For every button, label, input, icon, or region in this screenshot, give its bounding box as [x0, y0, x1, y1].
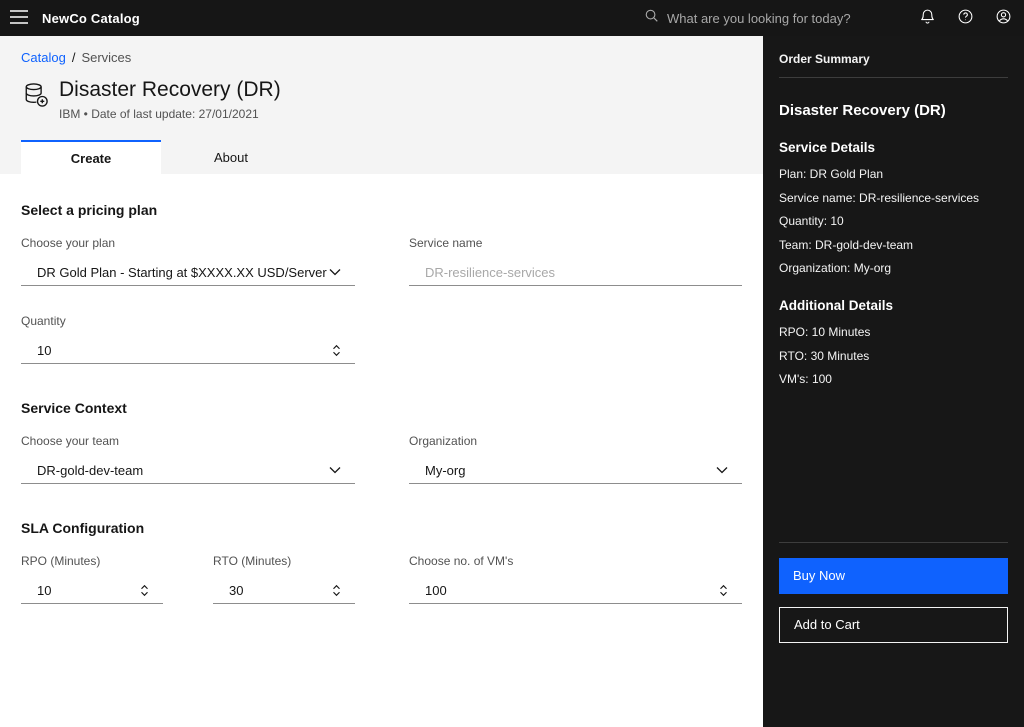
additional-details-heading: Additional Details: [779, 297, 894, 313]
user-account-button[interactable]: [984, 0, 1022, 36]
quantity-stepper[interactable]: [332, 344, 341, 357]
plan-dropdown[interactable]: DR Gold Plan - Starting at $XXXX.XX USD/…: [21, 259, 355, 287]
actions-divider: [779, 541, 1008, 543]
vm-count-input[interactable]: [425, 582, 719, 598]
quantity-input[interactable]: [37, 342, 332, 358]
help-button[interactable]: [946, 0, 984, 36]
rto-input[interactable]: [229, 582, 332, 598]
summary-detail-organization: Organization: My-org: [779, 261, 892, 276]
chevron-down-icon: [329, 268, 341, 276]
create-form: Select a pricing plan Choose your plan D…: [0, 174, 763, 727]
service-details-heading: Service Details: [779, 140, 876, 155]
organization-dropdown[interactable]: My-org: [409, 457, 742, 485]
breadcrumb: Catalog / Services: [0, 50, 763, 65]
quantity-label: Quantity: [21, 314, 66, 329]
order-summary-heading: Order Summary: [779, 52, 870, 66]
buy-now-button[interactable]: Buy Now: [779, 557, 1008, 594]
quantity-field-wrap: [21, 337, 355, 365]
rpo-stepper[interactable]: [140, 584, 149, 597]
summary-detail-service-name: Service name: DR-resilience-services: [779, 190, 980, 205]
tab-about[interactable]: About: [161, 140, 301, 174]
app-title: NewCo Catalog: [42, 10, 140, 26]
service-name-field-wrap: [409, 259, 742, 287]
notifications-button[interactable]: [908, 0, 946, 36]
summary-divider: [779, 77, 1008, 78]
hamburger-menu-button[interactable]: [0, 0, 38, 36]
hamburger-icon: [10, 9, 28, 27]
plan-dropdown-value: DR Gold Plan - Starting at $XXXX.XX USD/…: [37, 264, 327, 280]
vm-count-field-wrap: [409, 577, 742, 605]
rpo-input[interactable]: [37, 582, 140, 598]
page-title: Disaster Recovery (DR): [59, 78, 281, 101]
summary-detail-rto: RTO: 30 Minutes: [779, 348, 870, 363]
plan-label: Choose your plan: [21, 236, 116, 251]
database-icon: [21, 80, 50, 114]
chevron-down-icon: [329, 466, 341, 474]
help-icon: [957, 8, 974, 28]
rto-label: RTO (Minutes): [213, 554, 292, 569]
context-section-heading: Service Context: [21, 400, 127, 417]
main-content: Catalog / Services Disaster Recovery (DR) …: [0, 36, 763, 727]
top-bar: NewCo Catalog: [0, 0, 1024, 36]
rto-field-wrap: [213, 577, 355, 605]
summary-detail-rpo: RPO: 10 Minutes: [779, 324, 871, 339]
pricing-section-heading: Select a pricing plan: [21, 202, 158, 219]
team-dropdown[interactable]: DR-gold-dev-team: [21, 457, 355, 485]
summary-detail-quantity: Quantity: 10: [779, 214, 844, 229]
summary-detail-vms: VM's: 100: [779, 372, 832, 387]
search-icon: [644, 8, 659, 28]
tab-bar: Create About: [0, 140, 763, 175]
vm-count-stepper[interactable]: [719, 584, 728, 597]
service-name-label: Service name: [409, 236, 483, 251]
chevron-down-icon: [716, 466, 728, 474]
team-dropdown-value: DR-gold-dev-team: [37, 462, 144, 478]
page-subtitle: IBM • Date of last update: 27/01/2021: [59, 107, 259, 122]
service-name-input[interactable]: [425, 264, 728, 280]
summary-detail-plan: Plan: DR Gold Plan: [779, 167, 884, 181]
team-label: Choose your team: [21, 434, 120, 449]
topbar-actions: [908, 0, 1022, 36]
vm-count-label: Choose no. of VM's: [409, 554, 514, 569]
add-to-cart-button[interactable]: Add to Cart: [779, 606, 1008, 643]
rto-stepper[interactable]: [332, 584, 341, 597]
bell-icon: [919, 8, 936, 28]
user-icon: [995, 8, 1012, 28]
rpo-field-wrap: [21, 577, 163, 605]
search-input[interactable]: [667, 10, 896, 26]
organization-label: Organization: [409, 434, 478, 449]
summary-product-title: Disaster Recovery (DR): [779, 102, 946, 119]
summary-detail-team: Team: DR-gold-dev-team: [779, 237, 914, 252]
breadcrumb-separator: /: [71, 50, 76, 65]
organization-dropdown-value: My-org: [425, 462, 466, 478]
page-header: Catalog / Services Disaster Recovery (DR) …: [0, 36, 763, 175]
tab-create[interactable]: Create: [21, 140, 161, 175]
breadcrumb-services: Services: [81, 50, 132, 65]
breadcrumb-catalog-link[interactable]: Catalog: [21, 50, 66, 65]
order-summary-panel: Order Summary Disaster Recovery (DR) Ser…: [763, 36, 1024, 727]
sla-section-heading: SLA Configuration: [21, 520, 145, 537]
rpo-label: RPO (Minutes): [21, 554, 101, 569]
global-search[interactable]: [644, 8, 896, 28]
